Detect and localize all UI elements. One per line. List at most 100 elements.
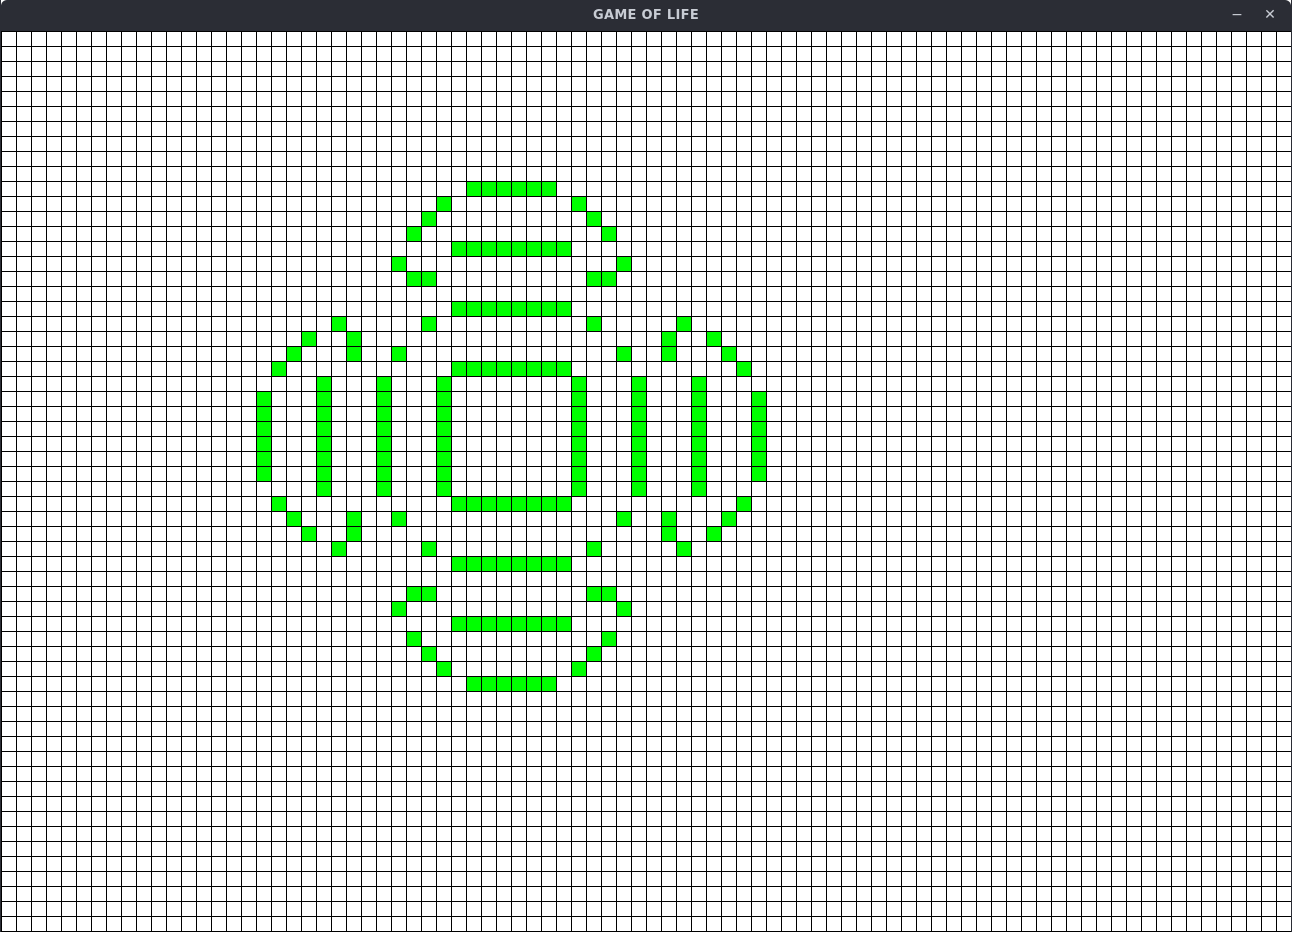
live-cell[interactable]: [751, 451, 767, 467]
live-cell[interactable]: [631, 451, 647, 467]
live-cell[interactable]: [331, 316, 347, 332]
live-cell[interactable]: [406, 586, 422, 602]
live-cell[interactable]: [316, 451, 332, 467]
live-cell[interactable]: [631, 436, 647, 452]
live-cell[interactable]: [571, 421, 587, 437]
live-cell[interactable]: [421, 211, 437, 227]
live-cell[interactable]: [421, 271, 437, 287]
live-cell[interactable]: [421, 316, 437, 332]
life-grid[interactable]: [1, 31, 1291, 932]
live-cell[interactable]: [721, 511, 737, 527]
live-cell[interactable]: [691, 481, 707, 497]
live-cell[interactable]: [541, 361, 557, 377]
live-cell[interactable]: [316, 436, 332, 452]
live-cell[interactable]: [511, 556, 527, 572]
live-cell[interactable]: [406, 226, 422, 242]
live-cell[interactable]: [691, 391, 707, 407]
live-cell[interactable]: [676, 316, 692, 332]
live-cell[interactable]: [256, 436, 272, 452]
live-cell[interactable]: [286, 346, 302, 362]
live-cell[interactable]: [661, 331, 677, 347]
live-cell[interactable]: [706, 526, 722, 542]
live-cell[interactable]: [421, 586, 437, 602]
live-cell[interactable]: [346, 526, 362, 542]
live-cell[interactable]: [481, 361, 497, 377]
live-cell[interactable]: [751, 421, 767, 437]
live-cell[interactable]: [751, 391, 767, 407]
live-cell[interactable]: [691, 406, 707, 422]
live-cell[interactable]: [511, 676, 527, 692]
live-cell[interactable]: [511, 361, 527, 377]
live-cell[interactable]: [511, 496, 527, 512]
live-cell[interactable]: [706, 331, 722, 347]
minimize-button[interactable]: −: [1225, 4, 1249, 27]
live-cell[interactable]: [376, 421, 392, 437]
live-cell[interactable]: [526, 556, 542, 572]
live-cell[interactable]: [601, 631, 617, 647]
live-cell[interactable]: [541, 301, 557, 317]
live-cell[interactable]: [496, 496, 512, 512]
live-cell[interactable]: [601, 271, 617, 287]
live-cell[interactable]: [481, 496, 497, 512]
live-cell[interactable]: [511, 181, 527, 197]
live-cell[interactable]: [661, 346, 677, 362]
live-cell[interactable]: [556, 616, 572, 632]
live-cell[interactable]: [316, 421, 332, 437]
live-cell[interactable]: [481, 181, 497, 197]
live-cell[interactable]: [511, 301, 527, 317]
live-cell[interactable]: [556, 496, 572, 512]
live-cell[interactable]: [721, 346, 737, 362]
live-cell[interactable]: [256, 466, 272, 482]
live-cell[interactable]: [271, 361, 287, 377]
live-cell[interactable]: [391, 346, 407, 362]
live-cell[interactable]: [316, 376, 332, 392]
live-cell[interactable]: [526, 181, 542, 197]
live-cell[interactable]: [541, 616, 557, 632]
live-cell[interactable]: [436, 436, 452, 452]
live-cell[interactable]: [556, 361, 572, 377]
live-cell[interactable]: [451, 616, 467, 632]
live-cell[interactable]: [541, 676, 557, 692]
live-cell[interactable]: [616, 601, 632, 617]
live-cell[interactable]: [511, 241, 527, 257]
live-cell[interactable]: [586, 541, 602, 557]
live-cell[interactable]: [316, 391, 332, 407]
live-cell[interactable]: [346, 331, 362, 347]
live-cell[interactable]: [556, 241, 572, 257]
live-cell[interactable]: [571, 466, 587, 482]
live-cell[interactable]: [451, 496, 467, 512]
live-cell[interactable]: [616, 346, 632, 362]
live-cell[interactable]: [736, 496, 752, 512]
live-cell[interactable]: [571, 406, 587, 422]
live-cell[interactable]: [436, 376, 452, 392]
live-cell[interactable]: [736, 361, 752, 377]
live-cell[interactable]: [571, 196, 587, 212]
live-cell[interactable]: [376, 376, 392, 392]
live-cell[interactable]: [316, 406, 332, 422]
live-cell[interactable]: [631, 391, 647, 407]
live-cell[interactable]: [526, 496, 542, 512]
live-cell[interactable]: [496, 181, 512, 197]
live-cell[interactable]: [751, 406, 767, 422]
live-cell[interactable]: [436, 421, 452, 437]
title-bar[interactable]: GAME OF LIFE − ✕: [1, 0, 1291, 31]
live-cell[interactable]: [511, 616, 527, 632]
live-cell[interactable]: [751, 466, 767, 482]
live-cell[interactable]: [601, 586, 617, 602]
live-cell[interactable]: [481, 616, 497, 632]
live-cell[interactable]: [301, 526, 317, 542]
live-cell[interactable]: [496, 361, 512, 377]
live-cell[interactable]: [466, 361, 482, 377]
live-cell[interactable]: [541, 181, 557, 197]
live-cell[interactable]: [691, 451, 707, 467]
live-cell[interactable]: [271, 496, 287, 512]
live-cell[interactable]: [466, 616, 482, 632]
live-cell[interactable]: [571, 436, 587, 452]
live-cell[interactable]: [526, 616, 542, 632]
live-cell[interactable]: [586, 316, 602, 332]
live-cell[interactable]: [466, 556, 482, 572]
live-cell[interactable]: [586, 271, 602, 287]
live-cell[interactable]: [526, 241, 542, 257]
live-cell[interactable]: [436, 466, 452, 482]
live-cell[interactable]: [541, 241, 557, 257]
